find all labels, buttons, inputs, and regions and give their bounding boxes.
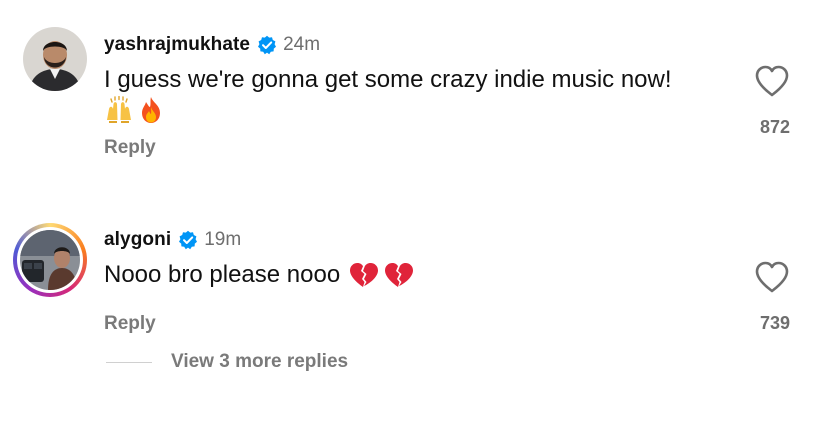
fire-icon [138,96,164,124]
like-heart-icon[interactable] [754,260,790,294]
like-heart-icon[interactable] [754,64,790,98]
comments-section: yashrajmukhate 24m I guess we're gonna g… [0,0,828,422]
comment-time: 24m [283,34,321,55]
view-more-replies-button[interactable]: View 3 more replies [106,351,348,373]
broken-heart-icon [348,261,379,289]
broken-heart-icon [383,261,414,289]
like-count: 739 [759,313,790,333]
avatar-image [23,27,87,91]
comment-text: I guess we're gonna get some crazy indie… [104,66,672,93]
divider-line [106,361,152,363]
comment-meta: yashrajmukhate 24m [104,32,320,58]
comment-emojis [104,96,164,124]
avatar-story-ring [17,227,83,293]
avatar-yashrajmukhate[interactable] [23,27,87,91]
raising-hands-icon [104,96,134,124]
username[interactable]: yashrajmukhate [104,34,250,56]
view-more-replies-label: View 3 more replies [171,351,349,372]
verified-badge-icon [178,230,198,250]
verified-badge-icon [257,35,277,55]
comment-text: Nooo bro please nooo [104,261,341,288]
reply-button[interactable]: Reply [104,313,156,335]
like-count: 872 [759,117,790,137]
avatar-image [20,230,80,290]
username[interactable]: alygoni [104,229,171,251]
comment-body: Nooo bro please nooo [104,259,414,291]
avatar-alygoni[interactable] [13,223,87,297]
reply-button[interactable]: Reply [104,137,156,159]
comment-meta: alygoni 19m [104,227,241,253]
comment-time: 19m [204,229,242,250]
